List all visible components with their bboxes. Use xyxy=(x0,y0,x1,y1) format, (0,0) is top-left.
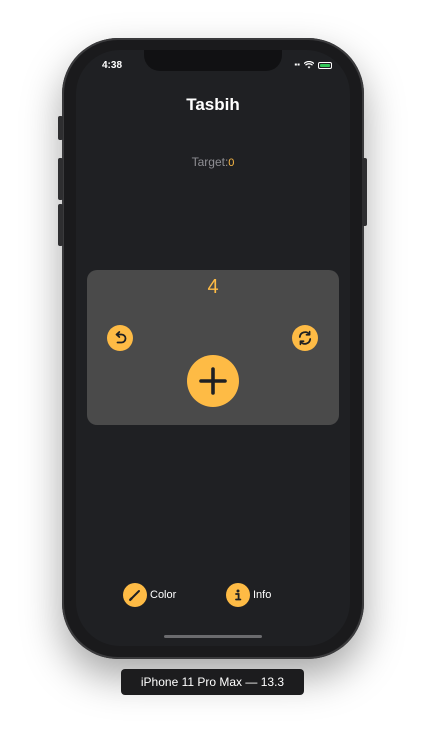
signal-icon: ▪▪ xyxy=(294,60,300,69)
home-indicator[interactable] xyxy=(164,635,262,638)
power-button xyxy=(362,158,367,226)
notch xyxy=(144,50,282,71)
info-icon xyxy=(226,583,250,607)
target-label: Target: xyxy=(191,155,229,169)
undo-button[interactable] xyxy=(107,325,133,351)
plus-icon xyxy=(199,367,227,395)
reset-button[interactable] xyxy=(292,325,318,351)
status-time: 4:38 xyxy=(102,60,123,71)
color-label: Color xyxy=(150,589,177,601)
bottom-bar: Color Info xyxy=(76,583,350,609)
color-button[interactable]: Color xyxy=(123,583,176,607)
undo-arrow-icon xyxy=(115,331,127,344)
wifi-icon xyxy=(304,61,314,69)
app-title: Tasbih xyxy=(186,95,240,114)
increment-button[interactable] xyxy=(187,355,239,407)
info-label: Info xyxy=(253,589,272,601)
target-row[interactable]: Target:0 xyxy=(76,155,350,169)
pencil-icon xyxy=(123,583,147,607)
status-icons: ▪▪ xyxy=(294,61,332,69)
app-screen: 4:38 ▪▪ Tasbih Target:0 4 Color Info xyxy=(76,50,350,646)
device-label: iPhone 11 Pro Max — 13.3 xyxy=(121,669,304,695)
battery-charging-icon xyxy=(318,61,332,69)
refresh-icon xyxy=(298,330,312,346)
volume-up-button xyxy=(58,158,63,200)
target-value: 0 xyxy=(228,157,235,169)
counter-card: 4 xyxy=(87,270,339,425)
mute-switch xyxy=(58,116,63,140)
info-button[interactable]: Info xyxy=(226,583,271,607)
volume-down-button xyxy=(58,204,63,246)
count-display: 4 xyxy=(207,276,219,298)
